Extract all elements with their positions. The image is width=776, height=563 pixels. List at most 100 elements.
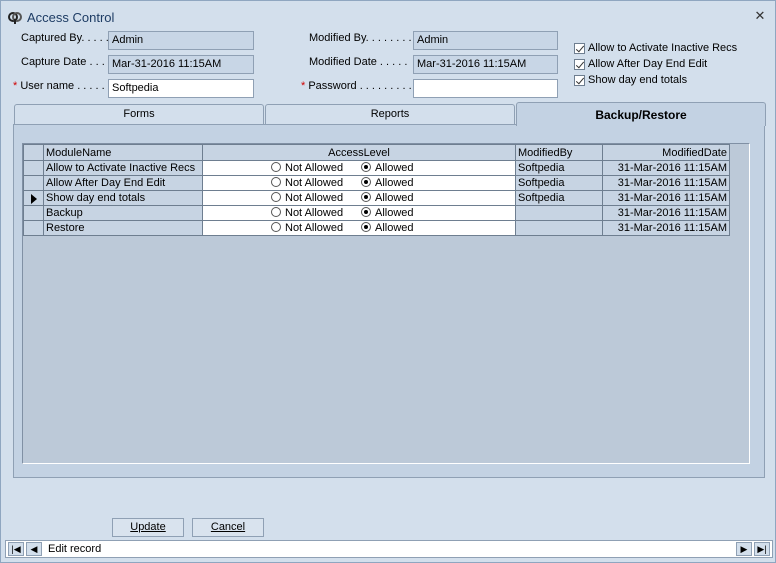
column-header-access[interactable]: AccessLevel <box>202 144 516 161</box>
update-button[interactable]: Update <box>112 518 184 537</box>
row-selector[interactable] <box>23 220 44 236</box>
modified-date-field: Mar-31-2016 11:15AM <box>413 55 558 74</box>
captured-by-label: Captured By. . . . . <box>21 32 109 44</box>
radio-not-allowed[interactable]: Not Allowed <box>271 222 343 234</box>
radio-icon[interactable] <box>361 162 371 172</box>
radio-label: Not Allowed <box>285 192 344 204</box>
cell-access-level: Not Allowed Allowed <box>202 220 516 236</box>
username-input[interactable]: Softpedia <box>108 79 254 98</box>
password-label-text: Password . . . . . . . . . <box>308 80 412 92</box>
radio-allowed[interactable]: Allowed <box>361 207 414 219</box>
column-header-modified-date[interactable]: ModifiedDate <box>602 144 730 161</box>
tab-panel: ModuleName AccessLevel ModifiedBy Modifi… <box>13 124 765 478</box>
column-header-modified-by[interactable]: ModifiedBy <box>515 144 603 161</box>
status-text: Edit record <box>48 543 102 555</box>
cell-access-level: Not Allowed Allowed <box>202 190 516 206</box>
radio-icon[interactable] <box>271 162 281 172</box>
radio-icon[interactable] <box>361 222 371 232</box>
modified-by-field: Admin <box>413 31 558 50</box>
required-marker: * <box>13 80 18 92</box>
title-bar: Access Control ✕ <box>1 1 775 31</box>
password-input[interactable] <box>413 79 558 98</box>
radio-icon[interactable] <box>271 207 281 217</box>
radio-label: Allowed <box>375 192 414 204</box>
radio-not-allowed[interactable]: Not Allowed <box>271 177 343 189</box>
cell-modified-by: Softpedia <box>515 160 603 176</box>
table-row[interactable]: Allow After Day End Edit Not Allowed Allow… <box>23 175 730 191</box>
radio-label: Not Allowed <box>285 207 344 219</box>
option-show-day-end-totals[interactable]: Show day end totals <box>574 74 687 86</box>
radio-not-allowed[interactable]: Not Allowed <box>271 207 343 219</box>
cell-module-name: Restore <box>43 220 203 236</box>
window-title: Access Control <box>27 10 115 25</box>
row-selector[interactable] <box>23 175 44 191</box>
radio-not-allowed[interactable]: Not Allowed <box>271 162 343 174</box>
cancel-label: Cancel <box>210 521 246 533</box>
cell-modified-by: Softpedia <box>515 190 603 206</box>
radio-label: Allowed <box>375 162 414 174</box>
option-label: Show day end totals <box>588 74 688 86</box>
tab-forms[interactable]: Forms <box>14 104 264 124</box>
table-row[interactable]: Backup Not Allowed Allowed 31-Mar-2016 11:1… <box>23 205 730 221</box>
checkbox-icon[interactable] <box>574 42 585 54</box>
radio-allowed[interactable]: Allowed <box>361 222 414 234</box>
radio-allowed[interactable]: Allowed <box>361 192 414 204</box>
cell-modified-date: 31-Mar-2016 11:15AM <box>602 160 730 176</box>
table-row[interactable]: Show day end totals Not Allowed Allowed Sof… <box>23 190 730 206</box>
last-record-icon[interactable]: ▶| <box>754 542 770 556</box>
cell-module-name: Show day end totals <box>43 190 203 206</box>
radio-icon[interactable] <box>361 192 371 202</box>
cell-access-level: Not Allowed Allowed <box>202 175 516 191</box>
tab-backup-restore[interactable]: Backup/Restore <box>516 102 766 126</box>
column-header-module[interactable]: ModuleName <box>43 144 203 161</box>
radio-label: Allowed <box>375 177 414 189</box>
cell-modified-date: 31-Mar-2016 11:15AM <box>602 175 730 191</box>
cancel-button[interactable]: Cancel <box>192 518 264 537</box>
checkbox-icon[interactable] <box>574 74 585 86</box>
table-row[interactable]: Allow to Activate Inactive Recs Not Allow… <box>23 160 730 176</box>
access-grid: ModuleName AccessLevel ModifiedBy Modifi… <box>22 143 750 464</box>
close-button[interactable]: ✕ <box>751 8 769 24</box>
radio-label: Allowed <box>375 207 414 219</box>
username-label: * User name . . . . . . <box>13 80 111 92</box>
radio-label: Not Allowed <box>285 177 344 189</box>
cell-modified-date: 31-Mar-2016 11:15AM <box>602 220 730 236</box>
option-label: Allow to Activate Inactive Recs <box>588 42 738 54</box>
checkbox-icon[interactable] <box>574 58 585 70</box>
captured-by-field: Admin <box>108 31 254 50</box>
table-row[interactable]: Restore Not Allowed Allowed 31-Mar-2016 11:… <box>23 220 730 236</box>
cell-module-name: Allow After Day End Edit <box>43 175 203 191</box>
radio-icon[interactable] <box>271 177 281 187</box>
current-row-arrow-icon <box>31 194 37 204</box>
cell-modified-by <box>515 220 603 236</box>
table-header-row: ModuleName AccessLevel ModifiedBy Modifi… <box>23 144 730 161</box>
username-label-text: User name . . . . . . <box>20 80 111 92</box>
radio-icon[interactable] <box>361 177 371 187</box>
cell-modified-by: Softpedia <box>515 175 603 191</box>
radio-icon[interactable] <box>361 207 371 217</box>
radio-label: Not Allowed <box>285 162 344 174</box>
keys-icon <box>8 12 22 24</box>
tab-reports[interactable]: Reports <box>265 104 515 124</box>
radio-allowed[interactable]: Allowed <box>361 177 414 189</box>
row-selector[interactable] <box>23 190 44 206</box>
previous-record-icon[interactable]: ◀ <box>26 542 42 556</box>
update-label: Update <box>130 521 166 533</box>
option-activate-inactive-recs[interactable]: Allow to Activate Inactive Recs <box>574 42 737 54</box>
option-after-day-end-edit[interactable]: Allow After Day End Edit <box>574 58 707 70</box>
row-selector[interactable] <box>23 160 44 176</box>
cell-module-name: Allow to Activate Inactive Recs <box>43 160 203 176</box>
radio-not-allowed[interactable]: Not Allowed <box>271 192 343 204</box>
radio-icon[interactable] <box>271 222 281 232</box>
radio-icon[interactable] <box>271 192 281 202</box>
next-record-icon[interactable]: ▶ <box>736 542 752 556</box>
radio-allowed[interactable]: Allowed <box>361 162 414 174</box>
cell-modified-by <box>515 205 603 221</box>
required-marker: * <box>301 80 306 92</box>
modified-by-label: Modified By. . . . . . . . <box>309 32 412 44</box>
first-record-icon[interactable]: |◀ <box>8 542 24 556</box>
capture-date-label: Capture Date . . . . <box>21 56 111 68</box>
password-label: * Password . . . . . . . . . <box>301 80 412 92</box>
capture-date-field: Mar-31-2016 11:15AM <box>108 55 254 74</box>
row-selector[interactable] <box>23 205 44 221</box>
